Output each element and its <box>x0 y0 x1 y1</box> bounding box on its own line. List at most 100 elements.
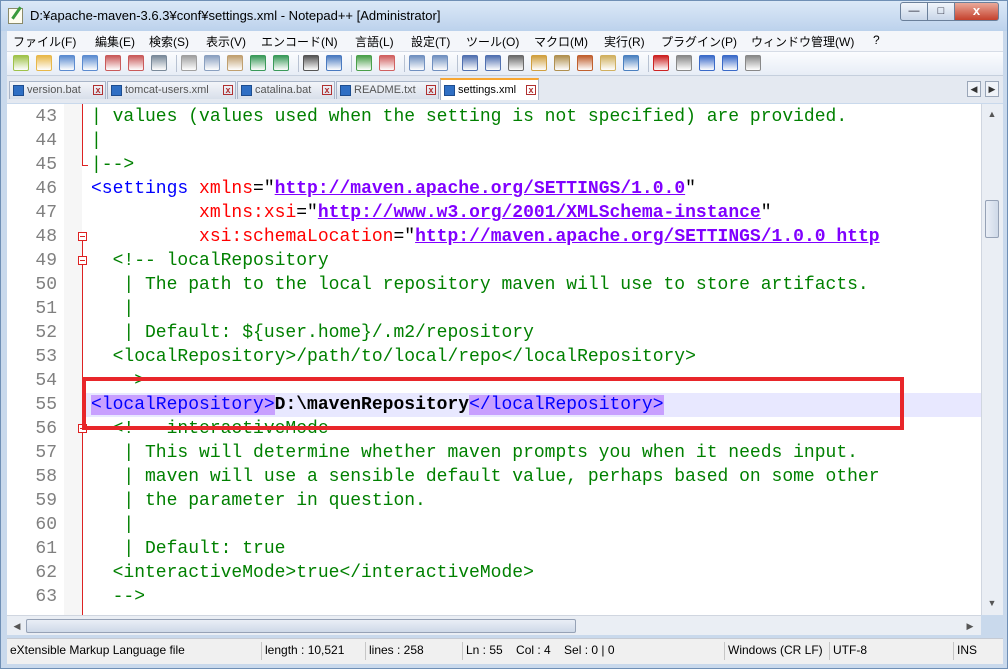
code-line[interactable]: <!-- localRepository <box>91 249 329 273</box>
close-window-button[interactable]: x <box>954 2 999 21</box>
tab-close-icon[interactable]: x <box>322 85 332 95</box>
code-line[interactable]: --> <box>91 585 145 609</box>
title-bar[interactable]: D:¥apache-maven-3.6.3¥conf¥settings.xml … <box>1 1 1007 31</box>
undo-icon[interactable] <box>250 55 266 71</box>
menu-file[interactable]: ファイル(F) <box>13 33 76 50</box>
code-line[interactable]: | the parameter in question. <box>91 489 425 513</box>
show-all-chars-icon[interactable] <box>485 55 501 71</box>
tab-settings-xml[interactable]: settings.xml x <box>440 78 539 100</box>
new-file-icon[interactable] <box>13 55 29 71</box>
toolbar <box>7 52 1003 76</box>
tab-version-bat[interactable]: version.bat x <box>9 81 106 99</box>
copy-icon[interactable] <box>204 55 220 71</box>
find-icon[interactable] <box>303 55 319 71</box>
menu-encoding[interactable]: エンコード(N) <box>261 33 338 50</box>
open-file-icon[interactable] <box>36 55 52 71</box>
sync-vertical-icon[interactable] <box>409 55 425 71</box>
code-line[interactable]: | <box>91 129 102 153</box>
zoom-in-icon[interactable] <box>356 55 372 71</box>
doc-map-icon[interactable] <box>554 55 570 71</box>
indent-guide-icon[interactable] <box>508 55 524 71</box>
scroll-right-button[interactable]: ▶ <box>962 618 978 634</box>
status-eol-format[interactable]: Windows (CR LF) <box>724 642 827 660</box>
code-token: http://maven.apache.org/SETTINGS/1.0.0 h… <box>415 227 880 247</box>
code-line[interactable]: <settings xmlns="http://maven.apache.org… <box>91 177 696 201</box>
paste-icon[interactable] <box>227 55 243 71</box>
menu-plugins[interactable]: プラグイン(P) <box>661 33 737 50</box>
notepadpp-app-icon[interactable] <box>8 8 23 24</box>
tab-close-icon[interactable]: x <box>526 85 536 95</box>
tab-scroll-left-button[interactable]: ◀ <box>967 81 981 97</box>
save-icon[interactable] <box>59 55 75 71</box>
function-list-icon[interactable] <box>577 55 593 71</box>
horizontal-scroll-thumb[interactable] <box>26 619 576 633</box>
code-line[interactable]: | Default: true <box>91 537 285 561</box>
sync-horizontal-icon[interactable] <box>432 55 448 71</box>
menu-edit[interactable]: 編集(E) <box>95 33 135 50</box>
code-line[interactable]: xmlns:xsi="http://www.w3.org/2001/XMLSch… <box>91 201 772 225</box>
scroll-down-button[interactable]: ▼ <box>984 595 1000 611</box>
code-editor[interactable]: 43 | values (values used when the setting… <box>7 104 981 615</box>
zoom-out-icon[interactable] <box>379 55 395 71</box>
fold-toggle-icon[interactable] <box>78 256 87 265</box>
code-line[interactable]: <interactiveMode>true</interactiveMode> <box>91 561 534 585</box>
save-all-icon[interactable] <box>82 55 98 71</box>
print-icon[interactable] <box>151 55 167 71</box>
tab-close-icon[interactable]: x <box>223 85 233 95</box>
udl-icon[interactable] <box>531 55 547 71</box>
word-wrap-icon[interactable] <box>462 55 478 71</box>
code-token: <localRepository>/path/to/local/repo</lo… <box>91 347 696 367</box>
cut-icon[interactable] <box>181 55 197 71</box>
fold-toggle-icon[interactable] <box>78 232 87 241</box>
menu-settings[interactable]: 設定(T) <box>411 33 450 50</box>
run-macro-multiple-icon[interactable] <box>722 55 738 71</box>
tab-catalina-bat[interactable]: catalina.bat x <box>237 81 335 99</box>
horizontal-scrollbar[interactable]: ◀ ▶ <box>7 615 981 635</box>
menu-macro[interactable]: マクロ(M) <box>534 33 588 50</box>
menu-run[interactable]: 実行(R) <box>604 33 645 50</box>
code-line[interactable]: | Default: ${user.home}/.m2/repository <box>91 321 533 345</box>
menu-help[interactable]: ? <box>873 33 880 47</box>
maximize-button[interactable]: □ <box>927 2 955 21</box>
scroll-up-button[interactable]: ▲ <box>984 106 1000 122</box>
scroll-left-button[interactable]: ◀ <box>9 618 25 634</box>
minimize-button[interactable]: — <box>900 2 928 21</box>
monitoring-icon[interactable] <box>623 55 639 71</box>
close-all-icon[interactable] <box>128 55 144 71</box>
menu-window[interactable]: ウィンドウ管理(W) <box>751 33 854 50</box>
menu-language[interactable]: 言語(L) <box>355 33 394 50</box>
vertical-scrollbar[interactable]: ▲ ▼ <box>981 104 1003 615</box>
code-line[interactable]: | values (values used when the setting i… <box>91 105 847 129</box>
code-line[interactable]: | maven will use a sensible default valu… <box>91 465 879 489</box>
play-macro-icon[interactable] <box>699 55 715 71</box>
vertical-scroll-thumb[interactable] <box>985 200 999 238</box>
menu-tools[interactable]: ツール(O) <box>466 33 519 50</box>
replace-icon[interactable] <box>326 55 342 71</box>
code-token: | <box>91 131 102 151</box>
stop-macro-icon[interactable] <box>676 55 692 71</box>
menu-search[interactable]: 検索(S) <box>149 33 189 50</box>
code-line[interactable]: |--> <box>91 153 134 177</box>
tab-tomcat-users-xml[interactable]: tomcat-users.xml x <box>107 81 236 99</box>
code-line[interactable]: <localRepository>/path/to/local/repo</lo… <box>91 345 696 369</box>
menu-view[interactable]: 表示(V) <box>206 33 246 50</box>
tab-label: version.bat <box>27 84 81 96</box>
close-icon[interactable] <box>105 55 121 71</box>
code-line[interactable]: | The path to the local repository maven… <box>91 273 868 297</box>
save-macro-icon[interactable] <box>745 55 761 71</box>
code-line[interactable]: | This will determine whether maven prom… <box>91 441 858 465</box>
fold-margin[interactable] <box>64 104 82 615</box>
status-encoding[interactable]: UTF-8 <box>829 642 951 660</box>
code-line[interactable]: | <box>91 513 134 537</box>
tab-close-icon[interactable]: x <box>426 85 436 95</box>
tab-close-icon[interactable]: x <box>93 85 103 95</box>
folder-workspace-icon[interactable] <box>600 55 616 71</box>
code-line[interactable]: xsi:schemaLocation="http://maven.apache.… <box>91 225 880 249</box>
redo-icon[interactable] <box>273 55 289 71</box>
tab-scroll-right-button[interactable]: ▶ <box>985 81 999 97</box>
record-macro-icon[interactable] <box>653 55 669 71</box>
code-token: =" <box>393 227 416 247</box>
code-line[interactable]: | <box>91 297 134 321</box>
tab-readme-txt[interactable]: README.txt x <box>336 81 439 99</box>
